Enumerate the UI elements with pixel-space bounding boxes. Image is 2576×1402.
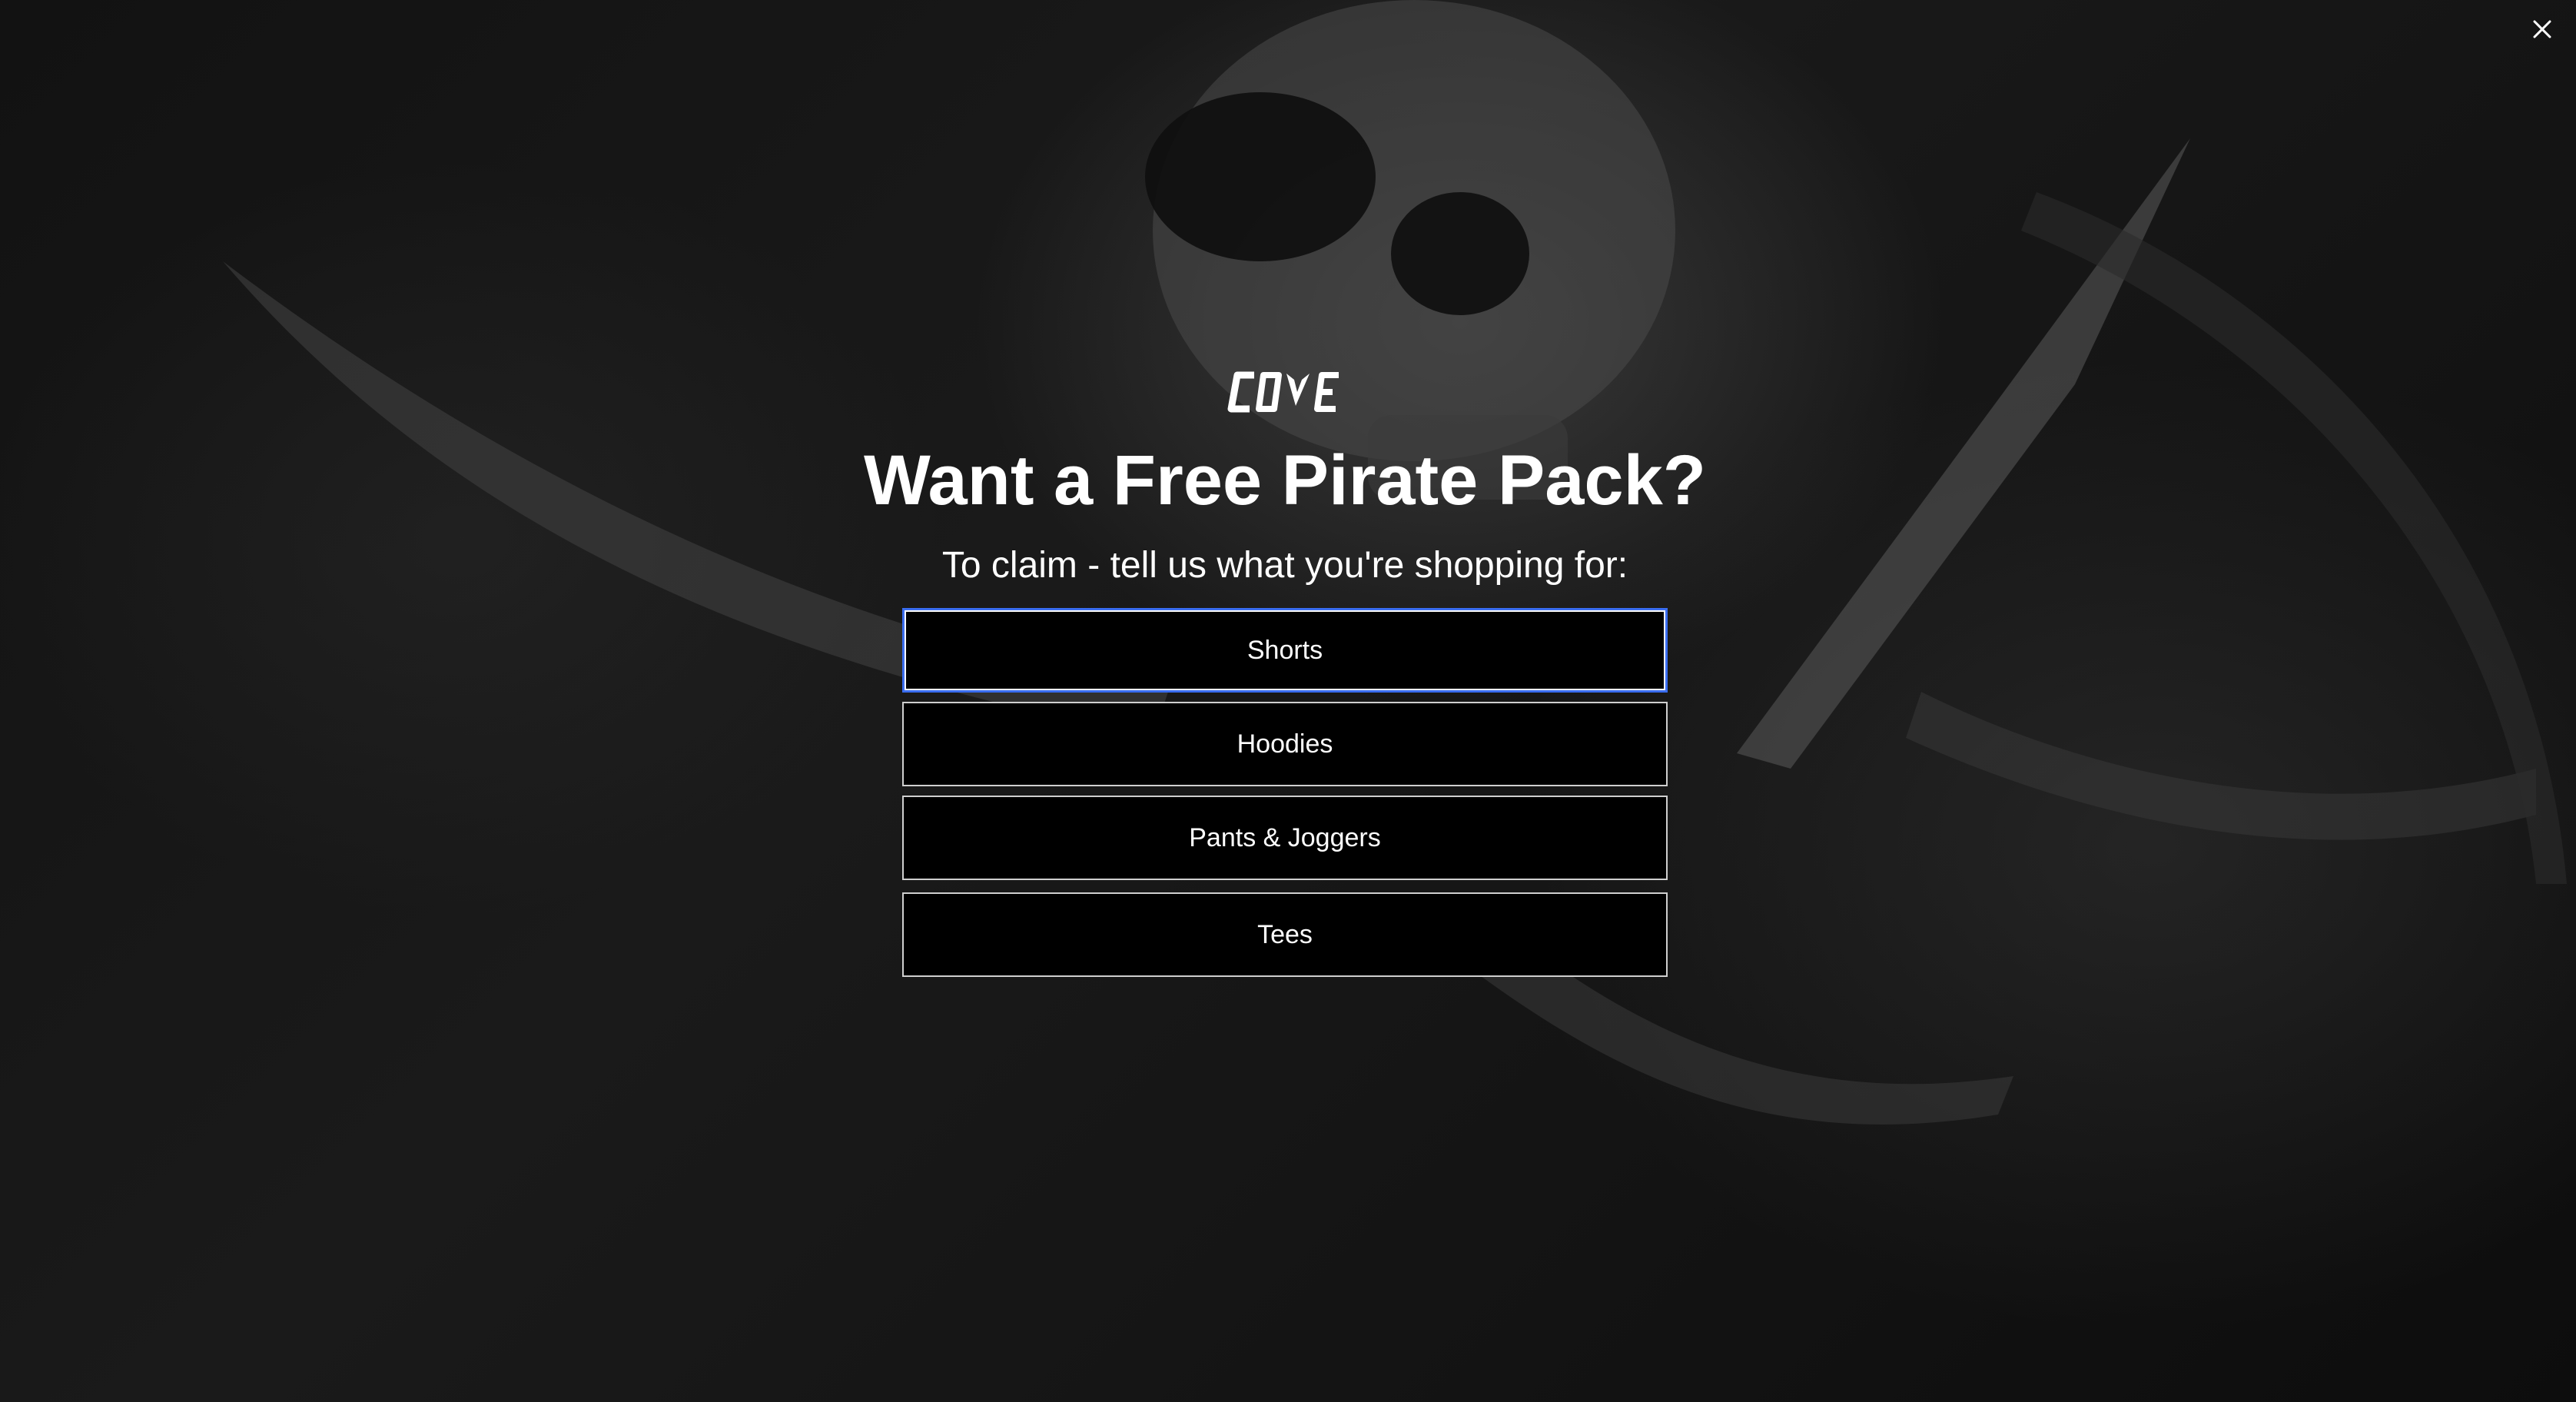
cove-logo [1227,371,1339,413]
option-shorts-button[interactable]: Shorts [902,608,1668,693]
popup-overlay: Want a Free Pirate Pack? To claim - tell… [0,0,2576,1402]
option-hoodies-button[interactable]: Hoodies [902,702,1668,787]
option-pants-joggers-button[interactable]: Pants & Joggers [902,796,1668,881]
close-button[interactable] [2527,14,2558,45]
popup-headline: Want a Free Pirate Pack? [864,441,1706,520]
popup-content: Want a Free Pirate Pack? To claim - tell… [864,361,1706,986]
popup-subheadline: To claim - tell us what you're shopping … [941,545,1628,586]
option-tees-button[interactable]: Tees [902,892,1668,978]
close-icon [2533,20,2551,38]
